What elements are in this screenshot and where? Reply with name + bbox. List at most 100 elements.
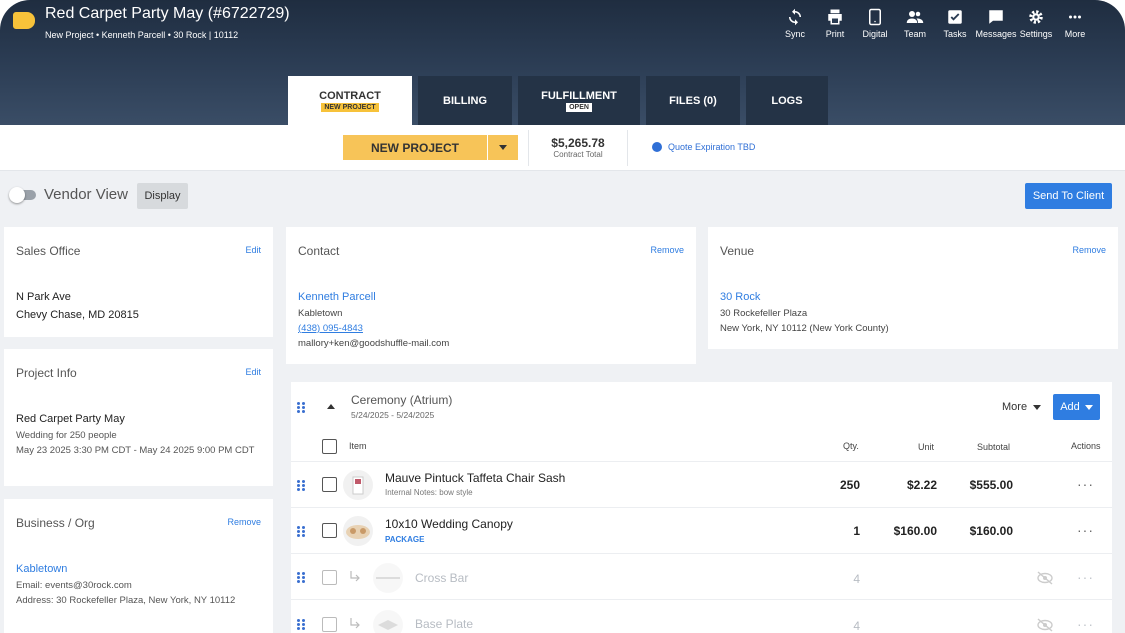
- address-line: Chevy Chase, MD 20815: [16, 309, 139, 321]
- select-all-checkbox[interactable]: [322, 439, 337, 454]
- team-label: Team: [903, 29, 926, 39]
- status-dropdown-button[interactable]: [488, 135, 518, 160]
- tab-contract-badge: NEW PROJECT: [321, 102, 379, 112]
- tab-billing[interactable]: BILLING: [418, 76, 512, 125]
- column-header-actions: Actions: [1071, 441, 1101, 451]
- row-actions-icon[interactable]: ···: [1077, 616, 1094, 632]
- tasks-button[interactable]: Tasks: [935, 8, 975, 39]
- project-info-body: Red Carpet Party May Wedding for 250 peo…: [16, 410, 266, 458]
- item-name[interactable]: 10x10 Wedding Canopy: [385, 517, 513, 531]
- row-actions-icon[interactable]: ···: [1077, 476, 1094, 492]
- row-actions-icon[interactable]: ···: [1077, 569, 1094, 585]
- section-more-label: More: [1002, 401, 1028, 413]
- remove-venue-link[interactable]: Remove: [1072, 245, 1106, 255]
- remove-business-link[interactable]: Remove: [227, 517, 261, 527]
- item-name[interactable]: Base Plate: [415, 617, 473, 631]
- tab-files[interactable]: FILES (0): [646, 76, 740, 125]
- venue-street: 30 Rockefeller Plaza: [720, 308, 808, 319]
- divider: [291, 599, 1112, 600]
- edit-sales-office-link[interactable]: Edit: [245, 245, 261, 255]
- card-title: Sales Office: [16, 244, 81, 258]
- business-name-link[interactable]: Kabletown: [16, 560, 266, 578]
- caret-down-icon: [1033, 404, 1042, 410]
- team-button[interactable]: Team: [895, 8, 935, 39]
- item-qty: 4: [853, 572, 860, 586]
- business-address: Address: 30 Rockefeller Plaza, New York,…: [16, 595, 236, 606]
- contact-name-link[interactable]: Kenneth Parcell: [298, 288, 449, 306]
- row-checkbox[interactable]: [322, 617, 337, 632]
- more-button[interactable]: More: [1055, 8, 1095, 39]
- team-icon: [906, 11, 924, 23]
- item-subtotal: $555.00: [969, 478, 1013, 492]
- toolbar: Sync Print Digital Team Tasks Messages S…: [775, 8, 1095, 39]
- tasks-label: Tasks: [943, 29, 967, 39]
- row-checkbox[interactable]: [322, 570, 337, 585]
- item-notes: Internal Notes: bow style: [385, 488, 473, 497]
- messages-button[interactable]: Messages: [975, 8, 1017, 39]
- row-checkbox[interactable]: [322, 523, 337, 538]
- tab-files-label: FILES (0): [669, 94, 717, 107]
- tab-logs[interactable]: LOGS: [746, 76, 828, 125]
- toggle-knob: [9, 187, 25, 203]
- tab-fulfillment-label: FULFILLMENT: [541, 89, 617, 102]
- settings-button[interactable]: Settings: [1017, 8, 1055, 39]
- tab-fulfillment[interactable]: FULFILLMENT OPEN: [518, 76, 640, 125]
- hidden-eye-icon[interactable]: [1036, 618, 1054, 632]
- sales-office-card: Sales Office Edit N Park Ave Chevy Chase…: [4, 227, 273, 337]
- card-title: Contact: [298, 244, 340, 258]
- remove-contact-link[interactable]: Remove: [650, 245, 684, 255]
- row-checkbox[interactable]: [322, 477, 337, 492]
- section-add-button[interactable]: Add: [1053, 394, 1100, 420]
- send-to-client-button[interactable]: Send To Client: [1025, 183, 1112, 209]
- column-header-item: Item: [349, 441, 367, 451]
- settings-label: Settings: [1019, 29, 1053, 39]
- item-qty[interactable]: 1: [811, 524, 860, 538]
- digital-button[interactable]: Digital: [855, 8, 895, 39]
- hidden-eye-icon[interactable]: [1036, 571, 1054, 585]
- quote-expiration-link[interactable]: Quote Expiration TBD: [652, 142, 755, 152]
- sync-button[interactable]: Sync: [775, 8, 815, 39]
- item-name[interactable]: Cross Bar: [415, 571, 468, 585]
- vendor-view-toggle[interactable]: [9, 187, 36, 203]
- tab-contract[interactable]: CONTRACT NEW PROJECT: [288, 76, 412, 125]
- project-dates: May 23 2025 3:30 PM CDT - May 24 2025 9:…: [16, 445, 255, 456]
- caret-down-icon: [499, 145, 507, 150]
- item-thumbnail: [343, 470, 373, 500]
- project-description: Wedding for 250 people: [16, 430, 117, 441]
- project-status-button[interactable]: NEW PROJECT: [343, 135, 487, 160]
- card-title: Project Info: [16, 366, 77, 380]
- contact-phone-link[interactable]: (438) 095-4843: [298, 321, 449, 336]
- display-button[interactable]: Display: [137, 183, 188, 209]
- card-title: Business / Org: [16, 516, 95, 530]
- drag-handle-icon[interactable]: [297, 480, 305, 491]
- drag-handle-icon[interactable]: [297, 572, 305, 583]
- quote-expiration-label: Quote Expiration TBD: [668, 142, 756, 152]
- child-arrow-icon: [350, 571, 360, 582]
- messages-label: Messages: [975, 29, 1017, 39]
- more-icon: [1069, 15, 1081, 19]
- collapse-caret-icon[interactable]: [327, 404, 335, 409]
- divider: [291, 461, 1112, 462]
- contract-total-label: Contract Total: [553, 150, 603, 159]
- item-name[interactable]: Mauve Pintuck Taffeta Chair Sash: [385, 471, 565, 485]
- project-tag-icon: [13, 12, 35, 29]
- item-thumbnail: [373, 610, 403, 633]
- venue-name-link[interactable]: 30 Rock: [720, 288, 889, 306]
- drag-handle-icon[interactable]: [297, 402, 305, 413]
- row-actions-icon[interactable]: ···: [1077, 522, 1094, 538]
- item-unit-price[interactable]: $160.00: [871, 524, 937, 538]
- drag-handle-icon[interactable]: [297, 619, 305, 630]
- tab-billing-label: BILLING: [443, 94, 487, 107]
- tab-fulfillment-badge: OPEN: [566, 102, 592, 112]
- section-more-menu[interactable]: More: [1002, 401, 1042, 413]
- column-header-qty: Qty.: [843, 441, 859, 451]
- drag-handle-icon[interactable]: [297, 526, 305, 537]
- item-unit-price[interactable]: $2.22: [871, 478, 937, 492]
- tab-bar: CONTRACT NEW PROJECT BILLING FULFILLMENT…: [288, 76, 834, 125]
- project-info-card: Project Info Edit Red Carpet Party May W…: [4, 349, 273, 486]
- section-name: Ceremony (Atrium): [351, 393, 453, 407]
- item-qty[interactable]: 250: [811, 478, 860, 492]
- print-button[interactable]: Print: [815, 8, 855, 39]
- edit-project-info-link[interactable]: Edit: [245, 367, 261, 377]
- caret-down-icon: [1084, 404, 1093, 410]
